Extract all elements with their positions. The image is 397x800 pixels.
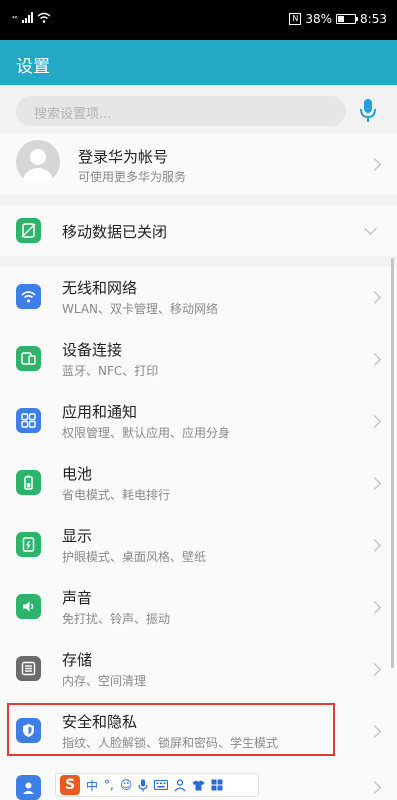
nfc-icon: N <box>289 13 302 25</box>
skin-icon[interactable] <box>192 780 205 791</box>
settings-item-title: 无线和网络 <box>62 279 138 297</box>
search-placeholder: 搜索设置项... <box>34 107 112 122</box>
chevron-right-icon <box>368 477 381 490</box>
mobile-data-label: 移动数据已关闭 <box>62 223 168 241</box>
settings-item-wireless[interactable]: 无线和网络 WLAN、双卡管理、移动网络 <box>0 267 397 329</box>
display-icon <box>16 532 41 557</box>
settings-item-apps[interactable]: 应用和通知 权限管理、默认应用、应用分身 <box>0 391 397 453</box>
wifi-icon <box>16 284 41 309</box>
chevron-right-icon <box>368 158 381 171</box>
signal-icon <box>21 11 33 23</box>
settings-item-subtitle: 护眼模式、桌面风格、壁纸 <box>62 550 207 564</box>
toolbox-icon[interactable] <box>211 779 223 791</box>
ime-punctuation-toggle[interactable]: °, <box>104 778 114 792</box>
page-title: 设置 <box>16 57 50 77</box>
account-subtitle: 可使用更多华为服务 <box>78 170 187 184</box>
battery-status-icon <box>336 14 359 24</box>
settings-list: 无线和网络 WLAN、双卡管理、移动网络 设备连接 蓝牙、NFC、打印 应用和通… <box>0 267 397 800</box>
chevron-right-icon <box>368 291 381 304</box>
settings-item-title: 安全和隐私 <box>62 713 138 731</box>
settings-item-title: 电池 <box>62 465 93 483</box>
chevron-right-icon <box>368 663 381 676</box>
storage-icon <box>16 656 41 681</box>
settings-item-title: 设备连接 <box>62 341 123 359</box>
chevron-down-icon[interactable] <box>364 222 377 235</box>
chevron-right-icon <box>368 539 381 552</box>
emoji-icon[interactable]: ☺ <box>120 778 133 792</box>
settings-item-sound[interactable]: 声音 免打扰、铃声、振动 <box>0 577 397 639</box>
chevron-right-icon <box>368 415 381 428</box>
battery-icon <box>16 470 41 495</box>
settings-item-subtitle: 内存、空间清理 <box>62 674 147 688</box>
chevron-right-icon <box>368 725 381 738</box>
settings-item-battery[interactable]: 电池 省电模式、耗电排行 <box>0 453 397 515</box>
mobile-data-item[interactable]: 移动数据已关闭 <box>0 206 397 256</box>
settings-item-title: 显示 <box>62 527 93 545</box>
voice-icon[interactable] <box>138 779 148 792</box>
mobile-data-icon <box>16 218 41 243</box>
settings-item-storage[interactable]: 存储 内存、空间清理 <box>0 639 397 701</box>
ime-mode-toggle[interactable]: 中 <box>86 777 98 794</box>
battery-percent: 38% <box>305 12 333 26</box>
search-input[interactable]: 搜索设置项... <box>16 96 346 126</box>
settings-item-subtitle: 免打扰、铃声、振动 <box>62 612 171 626</box>
device-connection-icon <box>16 346 41 371</box>
network-type: ⁴⁶ <box>12 15 18 23</box>
microphone-icon[interactable] <box>358 98 378 124</box>
status-bar: ⁴⁶ N 38% 8:53 <box>0 0 397 40</box>
settings-item-title: 存储 <box>62 651 93 669</box>
app-bar: 设置 <box>0 40 397 85</box>
chevron-right-icon <box>368 781 381 794</box>
apps-icon <box>16 408 41 433</box>
settings-item-security-privacy[interactable]: 安全和隐私 指纹、人脸解锁、锁屏和密码、学生模式 <box>0 701 397 763</box>
scrollbar[interactable] <box>391 258 394 668</box>
avatar <box>16 140 60 184</box>
keyboard-icon[interactable] <box>154 780 169 790</box>
handwriting-icon[interactable] <box>174 778 186 792</box>
settings-item-title: 声音 <box>62 589 93 607</box>
settings-item-display[interactable]: 显示 护眼模式、桌面风格、壁纸 <box>0 515 397 577</box>
settings-item-subtitle: 指纹、人脸解锁、锁屏和密码、学生模式 <box>62 736 279 750</box>
huawei-account-item[interactable]: 登录华为帐号 可使用更多华为服务 <box>0 134 397 194</box>
chevron-right-icon <box>368 601 381 614</box>
sound-icon <box>16 594 41 619</box>
settings-item-subtitle: 权限管理、默认应用、应用分身 <box>62 426 231 440</box>
account-title: 登录华为帐号 <box>78 148 169 166</box>
user-icon <box>16 775 41 800</box>
settings-item-title: 应用和通知 <box>62 403 138 421</box>
ime-toolbar[interactable]: S 中 °, ☺ <box>55 773 259 797</box>
wifi-status-icon <box>37 12 51 23</box>
chevron-right-icon <box>368 353 381 366</box>
settings-item-subtitle: WLAN、双卡管理、移动网络 <box>62 302 219 316</box>
settings-item-subtitle: 省电模式、耗电排行 <box>62 488 171 502</box>
shield-icon <box>16 718 41 743</box>
settings-item-subtitle: 蓝牙、NFC、打印 <box>62 364 159 378</box>
sogou-logo-icon[interactable]: S <box>60 775 80 795</box>
settings-item-device-connection[interactable]: 设备连接 蓝牙、NFC、打印 <box>0 329 397 391</box>
clock: 8:53 <box>360 12 387 26</box>
